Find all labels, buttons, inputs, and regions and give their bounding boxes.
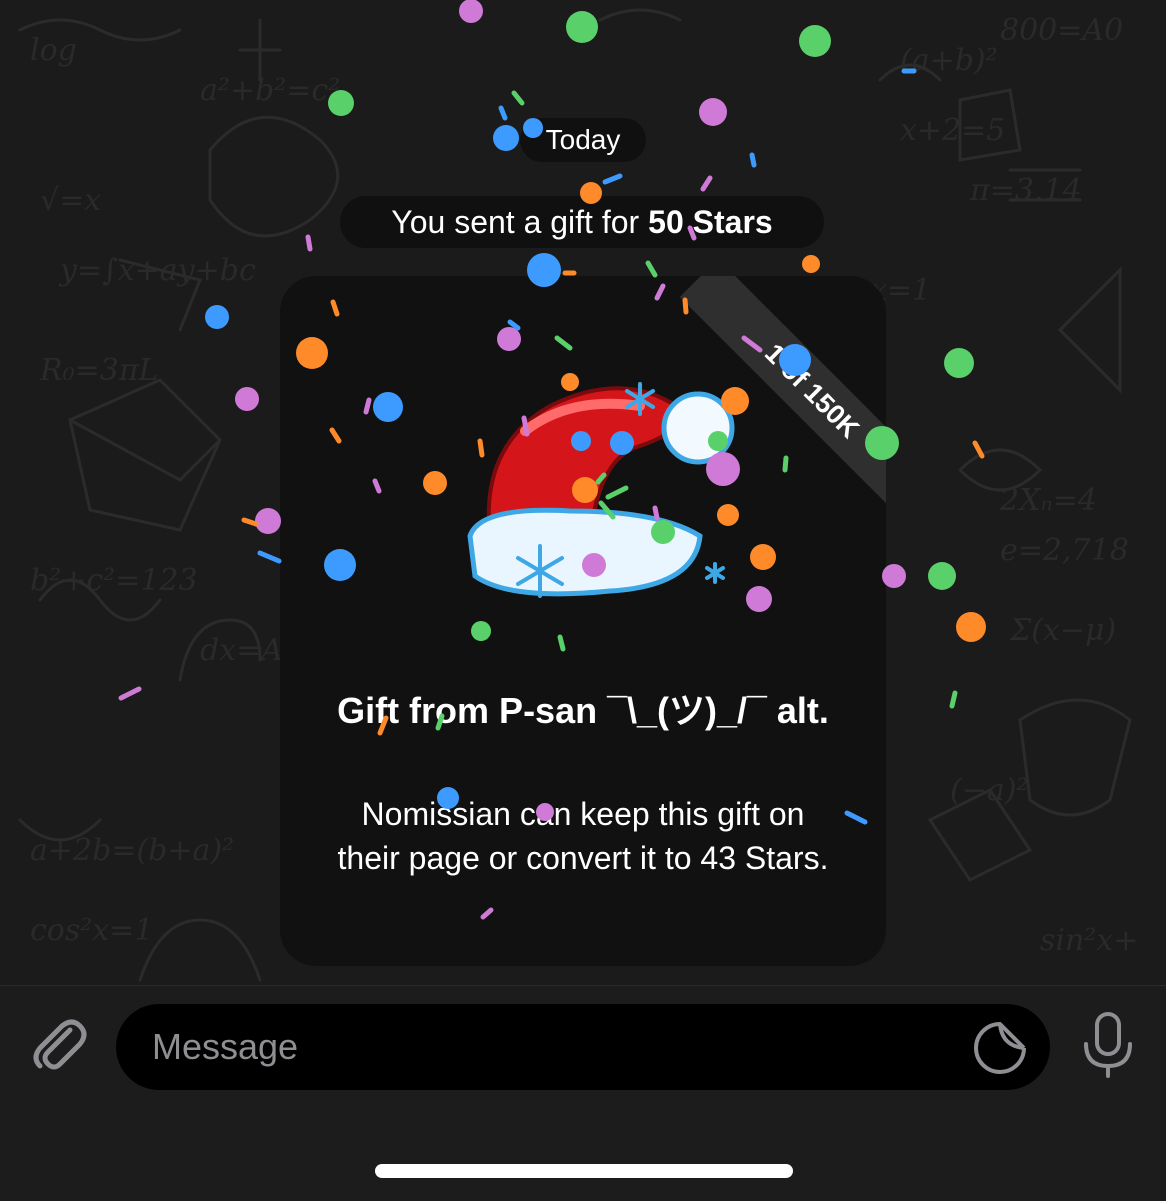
- date-separator: Today: [520, 118, 646, 162]
- svg-text:x+2=5: x+2=5: [900, 113, 1005, 148]
- message-input-bar: Message: [0, 985, 1166, 1201]
- service-message-amount: 50 Stars: [648, 203, 773, 240]
- svg-text:(a+b)²: (a+b)²: [900, 43, 998, 78]
- home-indicator[interactable]: [375, 1164, 793, 1178]
- paperclip-icon[interactable]: [26, 1010, 90, 1074]
- service-message-prefix: You sent a gift for: [391, 203, 640, 240]
- svg-text:log: log: [30, 33, 77, 68]
- svg-text:sin²x+: sin²x+: [1040, 923, 1138, 958]
- message-input[interactable]: Message: [116, 1004, 1050, 1090]
- chat-background: log a²+b²=c² √=x (a+b)² 800=A0 π=3.14 2X…: [0, 0, 1166, 985]
- sticker-icon[interactable]: [972, 1020, 1028, 1076]
- date-label: Today: [545, 124, 621, 155]
- svg-text:R₀=3πL: R₀=3πL: [39, 353, 158, 388]
- gift-service-message: You sent a gift for 50 Stars: [340, 196, 824, 248]
- svg-text:a²+b²=c²: a²+b²=c²: [200, 73, 340, 108]
- svg-text:dx=A: dx=A: [200, 633, 283, 668]
- svg-text:Σ(x−μ): Σ(x−μ): [1009, 613, 1116, 648]
- gift-card[interactable]: 1 of 150K Gift from P-san ¯\_(ツ)_/¯ alt.…: [280, 276, 886, 966]
- svg-text:e=2,718: e=2,718: [1000, 533, 1129, 568]
- svg-text:(−a)²: (−a)²: [950, 773, 1028, 808]
- svg-text:800=A0: 800=A0: [1000, 13, 1123, 48]
- svg-text:y=∫x+ay+bc: y=∫x+ay+bc: [58, 253, 256, 288]
- santa-hat-icon: [467, 382, 735, 598]
- svg-text:√=x: √=x: [40, 183, 101, 218]
- message-placeholder: Message: [152, 1026, 299, 1067]
- gift-description: Nomissian can keep this gift on their pa…: [337, 796, 829, 876]
- svg-text:b²+c²=123: b²+c²=123: [30, 563, 198, 598]
- svg-text:π=3.14: π=3.14: [969, 173, 1082, 208]
- svg-text:cos²x=1: cos²x=1: [30, 913, 153, 948]
- svg-text:a+2b=(b+a)²: a+2b=(b+a)²: [30, 833, 234, 868]
- ribbon-label: 1 of 150K: [759, 337, 866, 444]
- svg-text:2Xₙ=4: 2Xₙ=4: [999, 483, 1097, 518]
- microphone-icon[interactable]: [1080, 1010, 1136, 1080]
- gift-title: Gift from P-san ¯\_(ツ)_/¯ alt.: [337, 690, 829, 731]
